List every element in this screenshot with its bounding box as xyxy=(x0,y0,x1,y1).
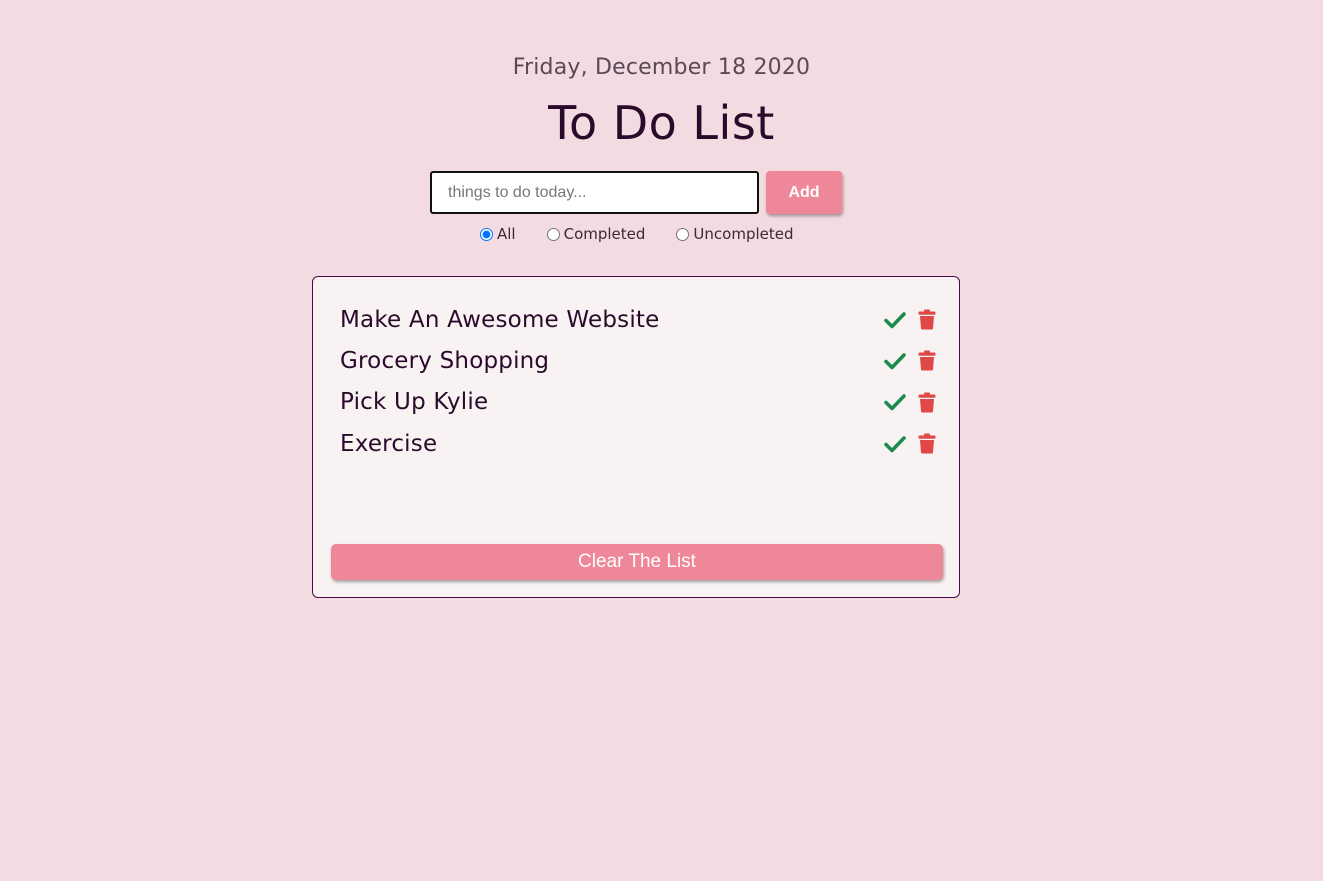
todo-actions xyxy=(884,309,936,330)
todo-item: Grocery Shopping xyxy=(340,340,936,381)
filter-uncompleted-label: Uncompleted xyxy=(693,225,794,243)
check-icon[interactable] xyxy=(884,435,906,453)
todo-item: Exercise xyxy=(340,423,936,464)
filter-completed-label: Completed xyxy=(563,225,646,243)
trash-icon[interactable] xyxy=(918,433,936,454)
clear-list-button[interactable]: Clear The List xyxy=(331,544,943,580)
filter-all[interactable]: All xyxy=(478,225,516,243)
filter-uncompleted-radio[interactable] xyxy=(676,227,690,241)
filter-uncompleted[interactable]: Uncompleted xyxy=(674,225,794,243)
todo-item: Make An Awesome Website xyxy=(340,299,936,340)
todo-app: Friday, December 18 2020 To Do List Add … xyxy=(0,0,1323,881)
trash-icon[interactable] xyxy=(918,309,936,330)
check-icon[interactable] xyxy=(884,311,906,329)
filter-group: All Completed Uncompleted xyxy=(478,225,823,243)
todo-text: Pick Up Kylie xyxy=(340,389,489,416)
filter-completed-radio[interactable] xyxy=(546,227,560,241)
filter-all-radio[interactable] xyxy=(480,227,493,241)
todo-text: Grocery Shopping xyxy=(340,347,550,374)
trash-icon[interactable] xyxy=(918,350,936,371)
check-icon[interactable] xyxy=(884,393,906,411)
date-label: Friday, December 18 2020 xyxy=(512,55,811,80)
page-title: To Do List xyxy=(548,96,775,150)
todo-item: Pick Up Kylie xyxy=(340,382,936,423)
trash-icon[interactable] xyxy=(918,392,936,413)
filter-completed[interactable]: Completed xyxy=(545,225,646,243)
todo-actions xyxy=(884,392,936,413)
filter-all-label: All xyxy=(497,225,516,243)
todo-actions xyxy=(884,350,936,371)
todo-text: Make An Awesome Website xyxy=(340,306,660,333)
add-button[interactable]: Add xyxy=(766,171,842,214)
todo-actions xyxy=(884,433,936,454)
todo-text: Exercise xyxy=(340,430,438,457)
todo-input[interactable] xyxy=(430,171,759,214)
todo-card: Make An Awesome Website Grocery Shopping xyxy=(312,276,960,598)
check-icon[interactable] xyxy=(884,352,906,370)
todo-list: Make An Awesome Website Grocery Shopping xyxy=(340,299,936,464)
